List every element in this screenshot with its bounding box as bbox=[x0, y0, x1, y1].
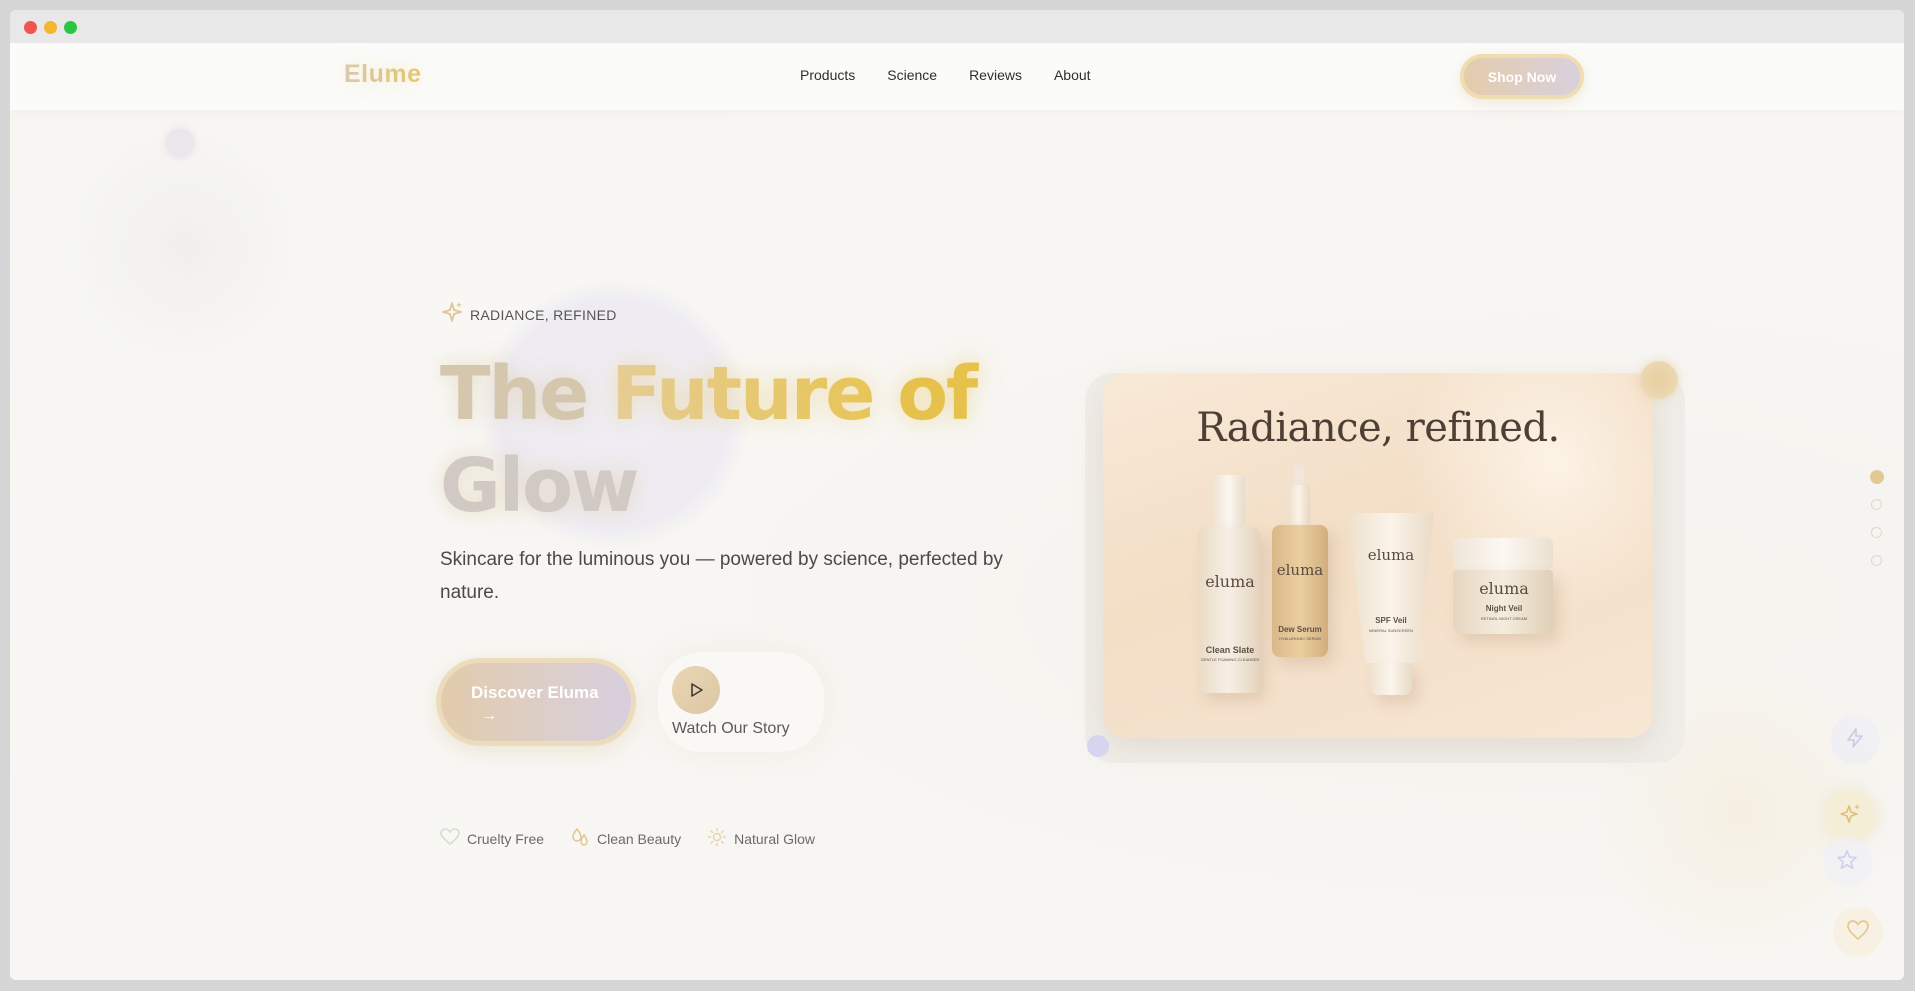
hero-headline: The Future of Glow bbox=[440, 348, 1000, 532]
droplets-icon bbox=[570, 827, 590, 850]
product-showcase-card: Radiance, refined. eluma Clean Slate GEN… bbox=[1103, 373, 1653, 738]
jar-lid bbox=[1453, 538, 1553, 570]
product-brand: eluma bbox=[1367, 546, 1415, 564]
arrow-right-icon: → bbox=[481, 707, 497, 724]
product-subtitle: RETINOL NIGHT CREAM bbox=[1480, 616, 1528, 621]
dropper-collar bbox=[1288, 485, 1310, 525]
decorative-orb bbox=[166, 129, 194, 157]
pager-dot-1[interactable] bbox=[1870, 470, 1884, 484]
bottle-body bbox=[1198, 527, 1260, 693]
product-subtitle: MINERAL SUNSCREEN bbox=[1369, 628, 1413, 633]
product-subtitle: HYALURONIC SERUM bbox=[1279, 636, 1321, 641]
lightning-icon bbox=[1844, 727, 1866, 754]
card-headline: Radiance, refined. bbox=[1196, 405, 1560, 451]
tube-cap bbox=[1370, 663, 1412, 695]
nav-link-science[interactable]: Science bbox=[887, 67, 937, 83]
eyebrow-text: RADIANCE, REFINED bbox=[470, 306, 617, 323]
background-glow bbox=[50, 123, 320, 373]
decorative-orb bbox=[1087, 735, 1109, 757]
product-clean-slate: eluma Clean Slate GENTLE FOAMING CLEANSE… bbox=[1198, 475, 1262, 693]
star-action-button[interactable] bbox=[1822, 837, 1872, 887]
close-window-button[interactable] bbox=[24, 21, 37, 34]
headline-word-glow: Glow bbox=[440, 443, 639, 529]
nav-link-about[interactable]: About bbox=[1054, 67, 1091, 83]
badge-label: Clean Beauty bbox=[597, 830, 682, 847]
heart-icon bbox=[1846, 919, 1870, 946]
shop-now-button[interactable]: Shop Now bbox=[1460, 54, 1584, 99]
top-navbar: Elume Products Science Reviews About Sho… bbox=[10, 43, 1904, 110]
hero-subhead: Skincare for the luminous you — powered … bbox=[440, 549, 1003, 603]
watch-story-label: Watch Our Story bbox=[672, 720, 790, 737]
heart-icon bbox=[440, 828, 460, 849]
headline-word-future: Future bbox=[611, 351, 875, 437]
star-icon bbox=[1835, 848, 1859, 877]
product-subtitle: GENTLE FOAMING CLEANSER bbox=[1200, 657, 1260, 662]
tube-body bbox=[1348, 513, 1434, 663]
sparkle-icon bbox=[440, 300, 464, 329]
product-night-veil: eluma Night Veil RETINOL NIGHT CREAM bbox=[1453, 538, 1555, 638]
product-spf-veil: eluma SPF Veil MINERAL SUNSCREEN bbox=[1348, 513, 1434, 703]
badge-label: Natural Glow bbox=[734, 830, 816, 847]
window-titlebar bbox=[10, 10, 1904, 43]
play-icon bbox=[672, 666, 720, 714]
browser-window: Elume Products Science Reviews About Sho… bbox=[10, 10, 1904, 980]
headline-word-the: The bbox=[440, 351, 589, 437]
pager-dot-4[interactable] bbox=[1871, 555, 1882, 566]
product-dew-serum: eluma Dew Serum HYALURONIC SERUM bbox=[1270, 465, 1330, 657]
badge-label: Cruelty Free bbox=[467, 830, 545, 847]
badge-clean-beauty: Clean Beauty bbox=[570, 827, 681, 850]
headline-word-of: of bbox=[897, 351, 978, 437]
brand-logo[interactable]: Elume bbox=[344, 60, 422, 89]
nav-links: Products Science Reviews About bbox=[800, 67, 1091, 83]
dropper-top bbox=[1294, 465, 1304, 485]
product-name: Dew Serum bbox=[1278, 625, 1322, 634]
pager-dot-2[interactable] bbox=[1871, 499, 1882, 510]
discover-eluma-button[interactable]: Discover Eluma → bbox=[436, 658, 636, 746]
product-brand: eluma bbox=[1205, 572, 1255, 591]
pager-dot-3[interactable] bbox=[1871, 527, 1882, 538]
badge-natural-glow: Natural Glow bbox=[707, 827, 815, 850]
product-name: Night Veil bbox=[1485, 604, 1523, 613]
heart-action-button[interactable] bbox=[1833, 907, 1883, 957]
watch-story-button[interactable]: Watch Our Story bbox=[658, 652, 824, 752]
product-name: Clean Slate bbox=[1205, 645, 1255, 655]
discover-button-label: Discover Eluma bbox=[471, 683, 599, 702]
nav-link-reviews[interactable]: Reviews bbox=[969, 67, 1022, 83]
decorative-orb bbox=[1640, 361, 1678, 399]
maximize-window-button[interactable] bbox=[64, 21, 77, 34]
sparkle-action-button[interactable] bbox=[1825, 791, 1875, 841]
bottle-cap bbox=[1213, 475, 1245, 527]
hero-eyebrow: RADIANCE, REFINED bbox=[440, 300, 617, 329]
nav-link-products[interactable]: Products bbox=[800, 67, 855, 83]
lightning-action-button[interactable] bbox=[1830, 715, 1880, 765]
trust-badges: Cruelty Free Clean Beauty Natural Glow bbox=[440, 827, 815, 850]
badge-cruelty-free: Cruelty Free bbox=[440, 827, 544, 850]
sparkle-icon bbox=[1838, 802, 1862, 831]
product-brand: eluma bbox=[1276, 561, 1324, 579]
sun-icon bbox=[707, 827, 727, 850]
product-name: SPF Veil bbox=[1375, 616, 1407, 625]
page-viewport: Elume Products Science Reviews About Sho… bbox=[10, 43, 1904, 980]
product-brand: eluma bbox=[1479, 579, 1529, 598]
minimize-window-button[interactable] bbox=[44, 21, 57, 34]
